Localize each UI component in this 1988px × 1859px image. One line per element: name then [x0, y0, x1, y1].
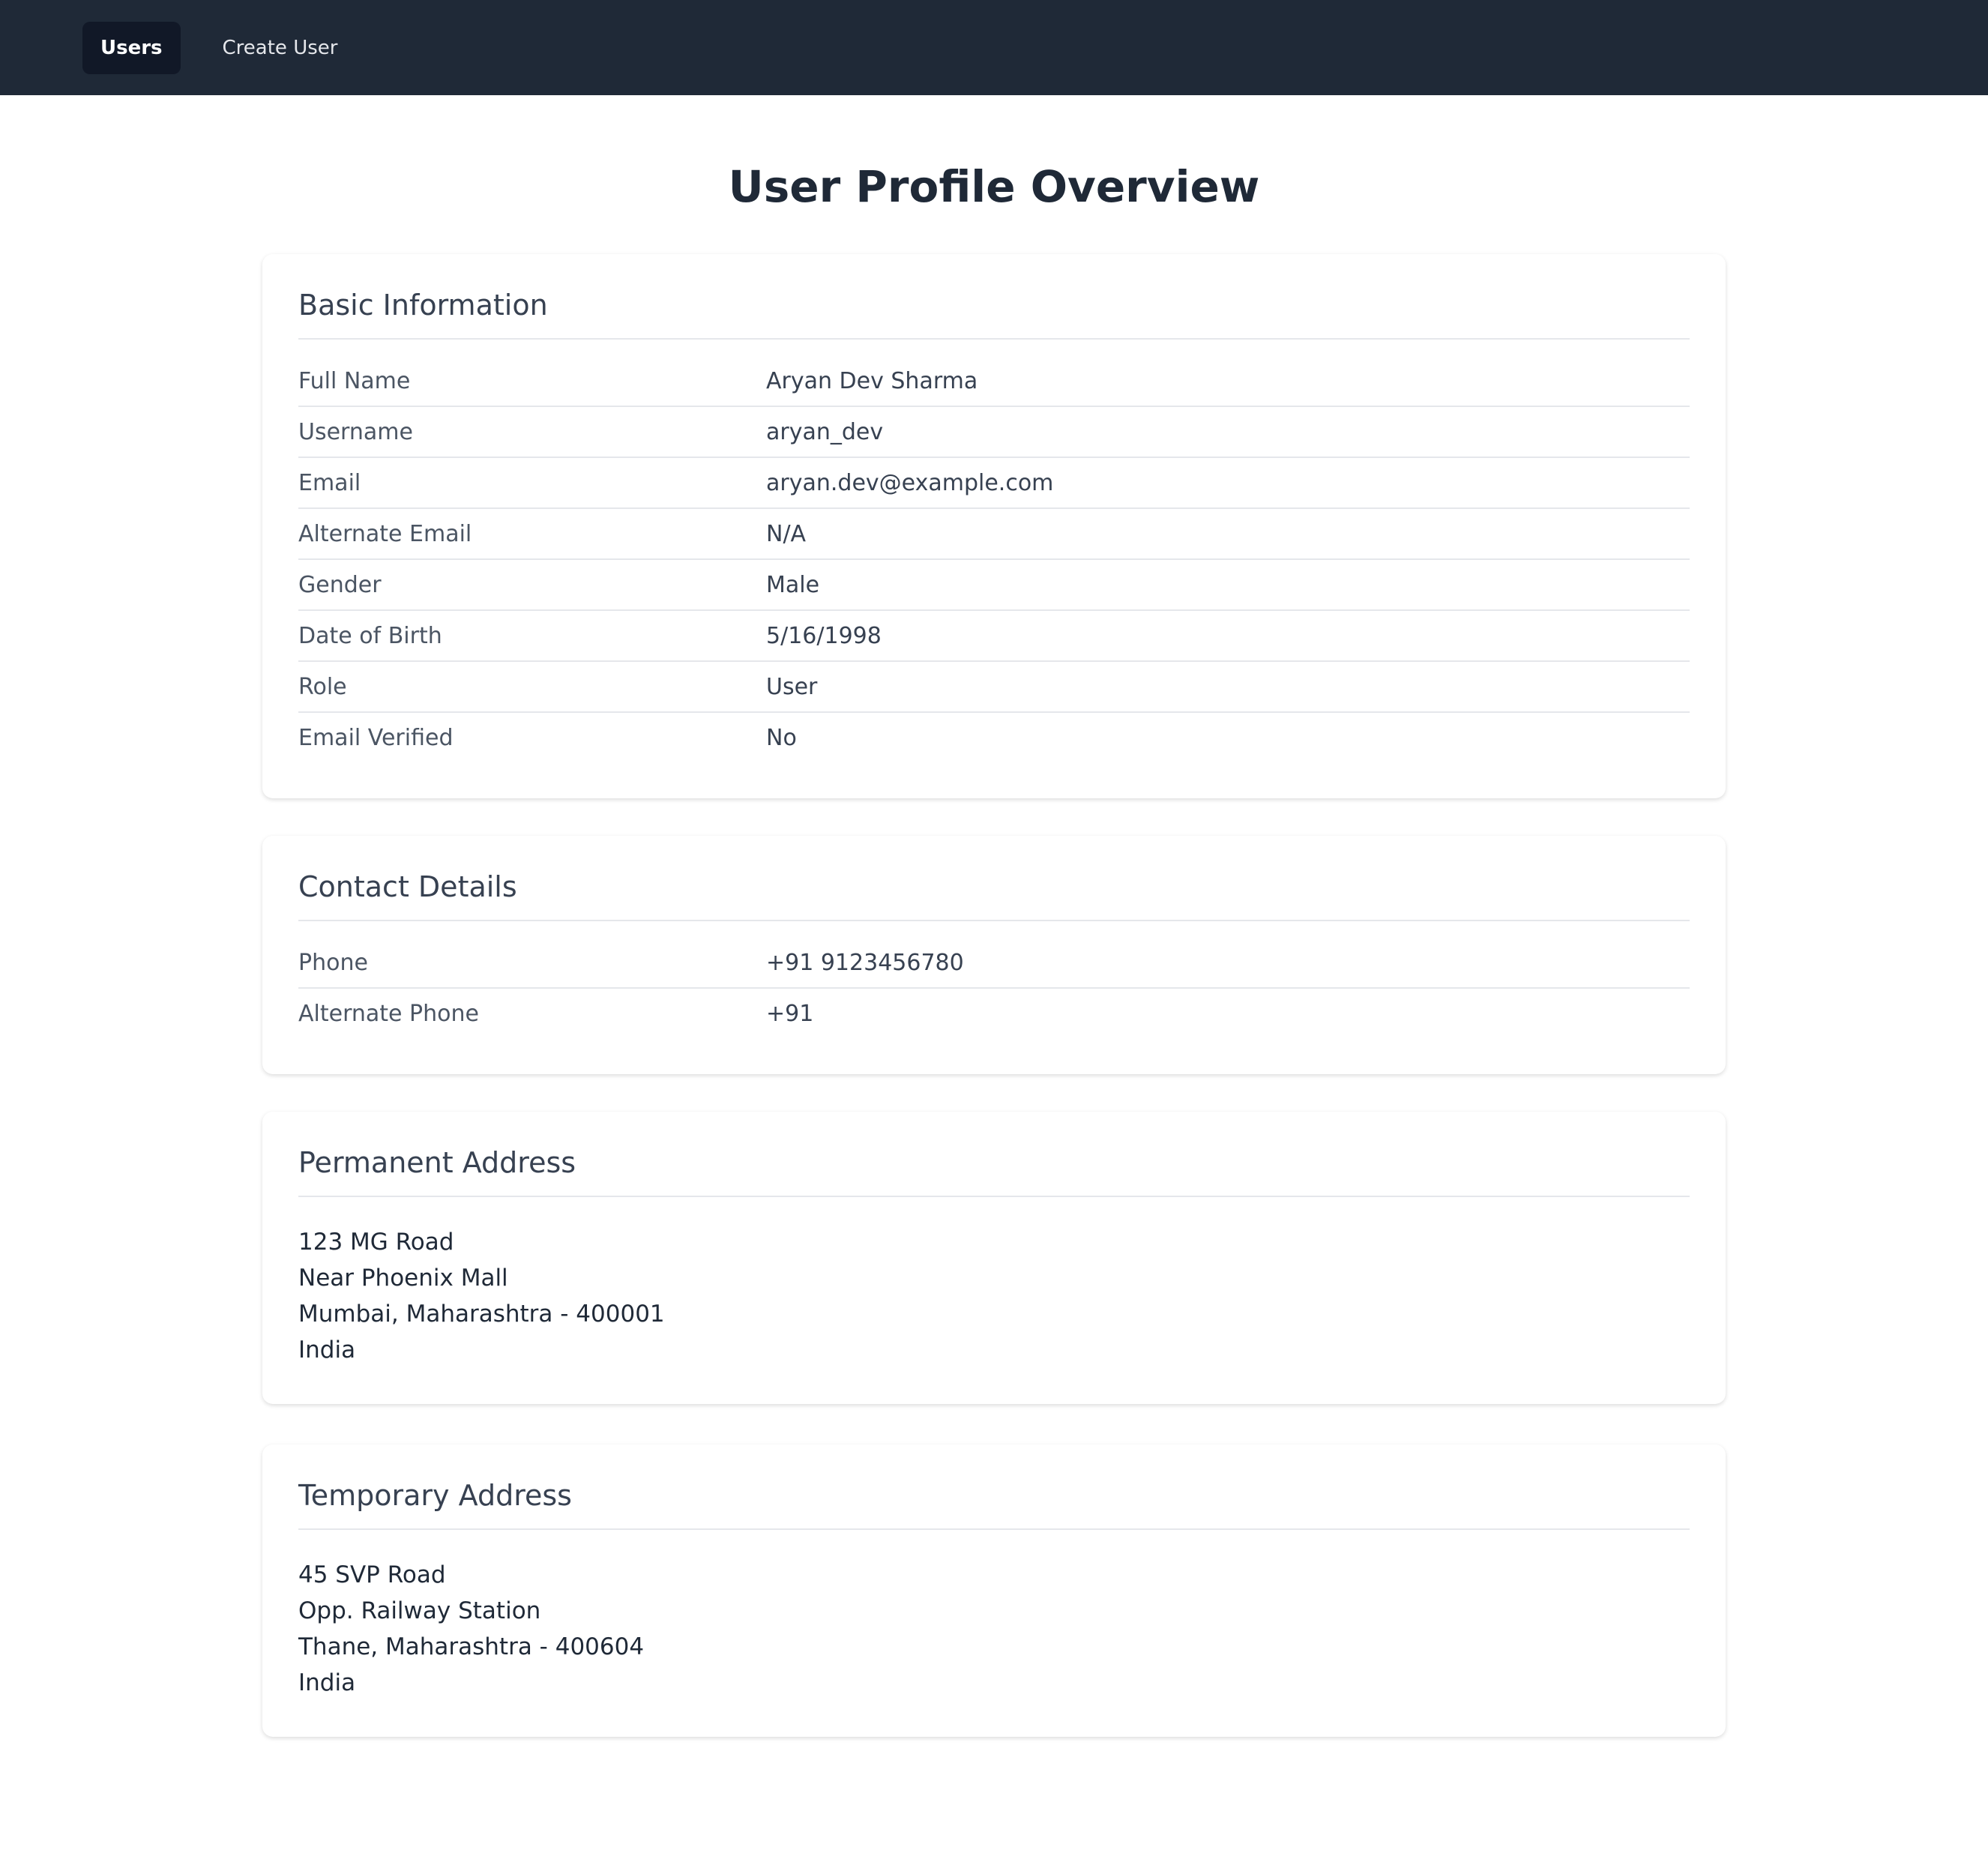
- info-row: Alternate Email N/A: [298, 509, 1690, 560]
- basic-information-card: Basic Information Full Name Aryan Dev Sh…: [262, 254, 1726, 798]
- info-row: Role User: [298, 662, 1690, 713]
- phone-value: +91 9123456780: [766, 949, 964, 976]
- address-line: Thane, Maharashtra - 400604: [298, 1633, 645, 1660]
- alternate-phone-value: +91: [766, 1000, 814, 1027]
- top-navbar: Users Create User: [0, 0, 1988, 95]
- role-label: Role: [298, 673, 347, 700]
- permanent-address-block: 123 MG Road Near Phoenix Mall Mumbai, Ma…: [298, 1214, 1690, 1368]
- info-row: Alternate Phone +91: [298, 989, 1690, 1038]
- date-of-birth-label: Date of Birth: [298, 622, 442, 649]
- username-label: Username: [298, 418, 413, 445]
- address-line: Opp. Railway Station: [298, 1597, 541, 1624]
- email-verified-label: Email Verified: [298, 724, 454, 751]
- address-line: India: [298, 1669, 356, 1696]
- alternate-email-label: Alternate Email: [298, 520, 472, 547]
- permanent-address-card: Permanent Address 123 MG Road Near Phoen…: [262, 1112, 1726, 1404]
- address-line: 45 SVP Road: [298, 1561, 446, 1588]
- phone-label: Phone: [298, 949, 368, 976]
- gender-label: Gender: [298, 571, 382, 598]
- email-value: aryan.dev@example.com: [766, 469, 1054, 496]
- temporary-address-title: Temporary Address: [298, 1477, 1690, 1530]
- date-of-birth-value: 5/16/1998: [766, 622, 882, 649]
- email-verified-value: No: [766, 724, 797, 751]
- contact-details-title: Contact Details: [298, 869, 1690, 921]
- temporary-address-card: Temporary Address 45 SVP Road Opp. Railw…: [262, 1444, 1726, 1737]
- info-row: Gender Male: [298, 560, 1690, 611]
- info-row: Username aryan_dev: [298, 407, 1690, 458]
- info-row: Email aryan.dev@example.com: [298, 458, 1690, 509]
- alternate-phone-label: Alternate Phone: [298, 1000, 479, 1027]
- info-row: Email Verified No: [298, 713, 1690, 762]
- info-row: Full Name Aryan Dev Sharma: [298, 356, 1690, 407]
- username-value: aryan_dev: [766, 418, 884, 445]
- alternate-email-value: N/A: [766, 520, 807, 547]
- address-line: 123 MG Road: [298, 1229, 454, 1256]
- role-value: User: [766, 673, 818, 700]
- contact-details-card: Contact Details Phone +91 9123456780 Alt…: [262, 836, 1726, 1074]
- basic-information-title: Basic Information: [298, 287, 1690, 340]
- info-row: Date of Birth 5/16/1998: [298, 611, 1690, 662]
- info-row: Phone +91 9123456780: [298, 938, 1690, 989]
- nav-users[interactable]: Users: [82, 21, 181, 74]
- address-line: Mumbai, Maharashtra - 400001: [298, 1301, 665, 1328]
- address-line: Near Phoenix Mall: [298, 1265, 508, 1292]
- address-line: India: [298, 1337, 356, 1364]
- nav-create-user[interactable]: Create User: [205, 22, 356, 74]
- profile-cards: Basic Information Full Name Aryan Dev Sh…: [262, 254, 1726, 1737]
- page-title: User Profile Overview: [728, 161, 1260, 212]
- full-name-value: Aryan Dev Sharma: [766, 367, 978, 394]
- full-name-label: Full Name: [298, 367, 411, 394]
- permanent-address-title: Permanent Address: [298, 1145, 1690, 1197]
- temporary-address-block: 45 SVP Road Opp. Railway Station Thane, …: [298, 1546, 1690, 1701]
- gender-value: Male: [766, 571, 820, 598]
- email-label: Email: [298, 469, 361, 496]
